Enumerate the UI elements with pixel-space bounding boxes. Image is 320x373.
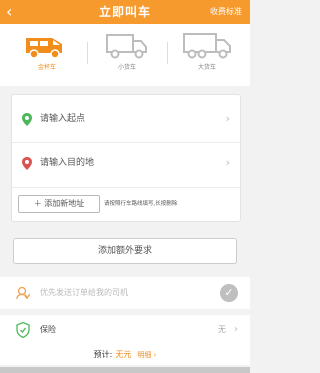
end-address-row[interactable]: 请输入目的地 ›: [12, 143, 240, 183]
preferred-driver-row[interactable]: 优先发送订单给我的司机 ✓: [0, 277, 250, 309]
van-icon: [26, 38, 62, 59]
chevron-right-icon: ›: [225, 112, 230, 125]
add-extra-requirements-button[interactable]: 添加额外要求: [13, 238, 237, 264]
start-pin-icon: [22, 113, 32, 126]
vehicle-option-van[interactable]: 金杯车: [12, 30, 82, 82]
nav-bar: ‹ 立即叫车 收费标准: [0, 0, 250, 24]
insurance-label: 保险: [40, 325, 56, 334]
estimate-detail-link[interactable]: 明细 ›: [137, 351, 156, 359]
vehicle-label: 大货车: [197, 64, 216, 71]
start-address-input[interactable]: 请输入起点: [40, 99, 85, 139]
address-card: 请输入起点 › 请输入目的地 › ＋ 添加新地址 请按照行车路线填写,长按删除: [11, 94, 241, 222]
add-address-hint: 请按照行车路线填写,长按删除: [104, 201, 178, 207]
divider: [12, 187, 240, 188]
bottom-bar: [0, 367, 250, 373]
large-truck-icon: [183, 33, 231, 59]
start-address-row[interactable]: 请输入起点 ›: [12, 99, 240, 139]
shield-icon: [16, 322, 30, 338]
vehicle-label: 金杯车: [37, 64, 56, 71]
insurance-row[interactable]: 保险 无 ›: [0, 315, 250, 345]
chevron-right-icon: ›: [225, 156, 230, 169]
price-estimate: 预计: 无元 明细 ›: [0, 345, 250, 365]
vehicle-option-large-truck[interactable]: 大货车: [172, 30, 242, 82]
estimate-label: 预计:: [93, 350, 113, 359]
estimate-price: 无元: [115, 350, 132, 359]
end-pin-icon: [22, 157, 32, 170]
small-truck-icon: [106, 34, 147, 59]
divider: [167, 42, 168, 64]
fee-standard-link[interactable]: 收费标准: [210, 0, 242, 24]
vehicle-label: 小货车: [117, 64, 136, 71]
insurance-value: 无: [218, 325, 226, 334]
add-address-button[interactable]: ＋ 添加新地址: [18, 195, 100, 213]
chevron-right-icon: ›: [234, 324, 238, 335]
vehicle-option-small-truck[interactable]: 小货车: [92, 30, 162, 82]
driver-icon: [16, 286, 30, 300]
divider: [87, 42, 88, 64]
end-address-input[interactable]: 请输入目的地: [40, 143, 94, 183]
preferred-driver-toggle[interactable]: ✓: [220, 284, 238, 302]
vehicle-selector: 金杯车 小货车 大货车: [0, 24, 250, 86]
preferred-driver-label: 优先发送订单给我的司机: [40, 288, 128, 297]
